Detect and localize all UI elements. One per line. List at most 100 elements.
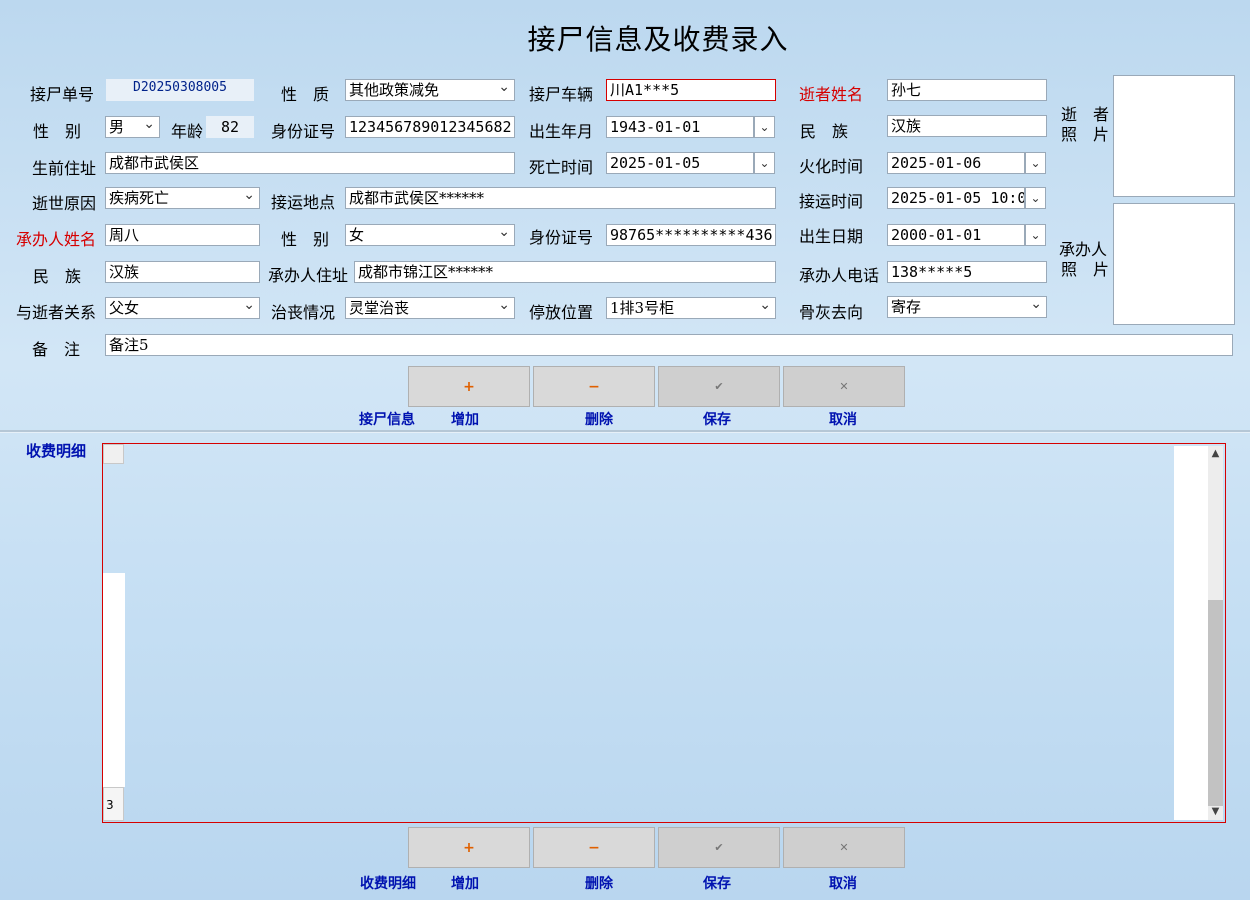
- scroll-down-icon[interactable]: ▼: [1208, 804, 1223, 820]
- birth-month-input[interactable]: 1943-01-01: [606, 116, 754, 138]
- scroll-up-icon[interactable]: ▲: [1208, 446, 1223, 462]
- ashes-select[interactable]: 寄存: [887, 296, 1047, 318]
- storage-select[interactable]: 1排3号柜: [606, 297, 776, 319]
- death-time-dropdown[interactable]: ⌄: [754, 152, 775, 174]
- minus-icon: −: [588, 839, 600, 856]
- fee-delete-button[interactable]: −: [533, 827, 655, 868]
- death-time-input[interactable]: 2025-01-05: [606, 152, 754, 174]
- handler-id-input[interactable]: 98765**********436: [606, 224, 776, 246]
- ashes-label: 骨灰去向: [799, 303, 864, 322]
- fee-add-button-label[interactable]: 增加: [451, 873, 479, 893]
- section-divider: [0, 430, 1250, 433]
- save-button[interactable]: ✔: [658, 366, 780, 407]
- id-label: 身份证号: [271, 122, 336, 141]
- relation-label: 与逝者关系: [16, 303, 97, 322]
- handler-ethnicity-label: 民 族: [33, 267, 82, 286]
- plus-icon: +: [463, 378, 475, 395]
- row-indicator[interactable]: 3: [103, 787, 124, 821]
- chevron-down-icon: ⌄: [759, 156, 770, 170]
- delete-button[interactable]: −: [533, 366, 655, 407]
- close-icon: ✕: [839, 841, 849, 854]
- fee-toolbar-section-label: 收费明细: [360, 876, 416, 892]
- storage-label: 停放位置: [529, 303, 594, 322]
- deceased-name-input[interactable]: 孙七: [887, 79, 1047, 101]
- plus-icon: +: [463, 839, 475, 856]
- grid-corner-header[interactable]: [103, 444, 124, 464]
- vehicle-input[interactable]: 川A1***5: [606, 79, 776, 101]
- remark-label: 备 注: [32, 340, 81, 359]
- save-button-label[interactable]: 保存: [703, 409, 731, 429]
- handler-address-label: 承办人住址: [268, 266, 349, 285]
- fee-save-button[interactable]: ✔: [658, 827, 780, 868]
- fee-detail-label: 收费明细: [26, 442, 87, 460]
- handler-gender-label: 性 别: [281, 230, 330, 249]
- handler-name-input[interactable]: 周八: [105, 224, 260, 246]
- ethnicity-label: 民 族: [800, 122, 849, 141]
- gender-select[interactable]: 男: [105, 116, 160, 138]
- funeral-label: 治丧情况: [271, 303, 336, 322]
- handler-phone-input[interactable]: 138*****5: [887, 261, 1047, 283]
- chevron-down-icon: ⌄: [1030, 191, 1041, 205]
- close-icon: ✕: [839, 380, 849, 393]
- deceased-name-label: 逝者姓名: [799, 85, 864, 104]
- cremation-time-label: 火化时间: [799, 157, 864, 176]
- address-input[interactable]: 成都市武侯区: [105, 152, 515, 174]
- fee-save-button-label[interactable]: 保存: [703, 873, 731, 893]
- fee-detail-grid[interactable]: 3 ▲ ▼: [102, 443, 1226, 823]
- funeral-select[interactable]: 灵堂治丧: [345, 297, 515, 319]
- chevron-down-icon: ⌄: [759, 120, 770, 134]
- age-label: 年龄: [171, 122, 204, 141]
- handler-ethnicity-input[interactable]: 汉族: [105, 261, 260, 283]
- pickup-time-dropdown[interactable]: ⌄: [1025, 187, 1046, 209]
- fee-cancel-button[interactable]: ✕: [783, 827, 905, 868]
- add-button[interactable]: +: [408, 366, 530, 407]
- address-label: 生前住址: [32, 159, 97, 178]
- nature-select[interactable]: 其他政策减免: [345, 79, 515, 101]
- scrollbar-thumb[interactable]: [1208, 600, 1223, 806]
- cancel-button-label[interactable]: 取消: [829, 409, 857, 429]
- cremation-time-dropdown[interactable]: ⌄: [1025, 152, 1046, 174]
- death-time-label: 死亡时间: [529, 158, 594, 177]
- order-no-label: 接尸单号: [30, 85, 95, 104]
- cremation-time-input[interactable]: 2025-01-06: [887, 152, 1025, 174]
- fee-add-button[interactable]: +: [408, 827, 530, 868]
- page-title: 接尸信息及收费录入: [527, 23, 789, 56]
- vehicle-label: 接尸车辆: [529, 85, 594, 104]
- fee-delete-button-label[interactable]: 删除: [585, 873, 613, 893]
- handler-birth-input[interactable]: 2000-01-01: [887, 224, 1025, 246]
- toolbar-section-label: 接尸信息: [359, 412, 415, 428]
- handler-address-input[interactable]: 成都市锦江区******: [354, 261, 776, 283]
- check-icon: ✔: [714, 841, 724, 854]
- fee-cancel-button-label[interactable]: 取消: [829, 873, 857, 893]
- vertical-scrollbar[interactable]: ▲ ▼: [1208, 446, 1223, 820]
- pickup-time-input[interactable]: 2025-01-05 10:0: [887, 187, 1025, 209]
- pickup-place-input[interactable]: 成都市武侯区******: [345, 187, 776, 209]
- cause-label: 逝世原因: [32, 194, 97, 213]
- handler-birth-label: 出生日期: [799, 227, 864, 246]
- cause-select[interactable]: 疾病死亡: [105, 187, 260, 209]
- delete-button-label[interactable]: 删除: [585, 409, 613, 429]
- nature-label: 性 质: [281, 85, 330, 104]
- check-icon: ✔: [714, 380, 724, 393]
- chevron-down-icon: ⌄: [1030, 156, 1041, 170]
- handler-phone-label: 承办人电话: [799, 266, 880, 285]
- birth-month-label: 出生年月: [529, 122, 594, 141]
- handler-photo-label-1: 承办人: [1059, 240, 1108, 259]
- ethnicity-input[interactable]: 汉族: [887, 115, 1047, 137]
- order-no-field: D20250308005: [106, 79, 254, 101]
- handler-photo[interactable]: [1113, 203, 1235, 325]
- relation-select[interactable]: 父女: [105, 297, 260, 319]
- deceased-photo-label-1: 逝 者: [1061, 105, 1110, 124]
- remark-input[interactable]: 备注5: [105, 334, 1233, 356]
- handler-id-label: 身份证号: [529, 228, 594, 247]
- handler-gender-select[interactable]: 女: [345, 224, 515, 246]
- deceased-photo[interactable]: [1113, 75, 1235, 197]
- id-input[interactable]: 123456789012345682: [345, 116, 515, 138]
- handler-photo-label-2: 照 片: [1061, 260, 1110, 279]
- cancel-button[interactable]: ✕: [783, 366, 905, 407]
- handler-birth-dropdown[interactable]: ⌄: [1025, 224, 1046, 246]
- birth-month-dropdown[interactable]: ⌄: [754, 116, 775, 138]
- pickup-time-label: 接运时间: [799, 192, 864, 211]
- handler-name-label: 承办人姓名: [16, 230, 97, 249]
- add-button-label[interactable]: 增加: [451, 409, 479, 429]
